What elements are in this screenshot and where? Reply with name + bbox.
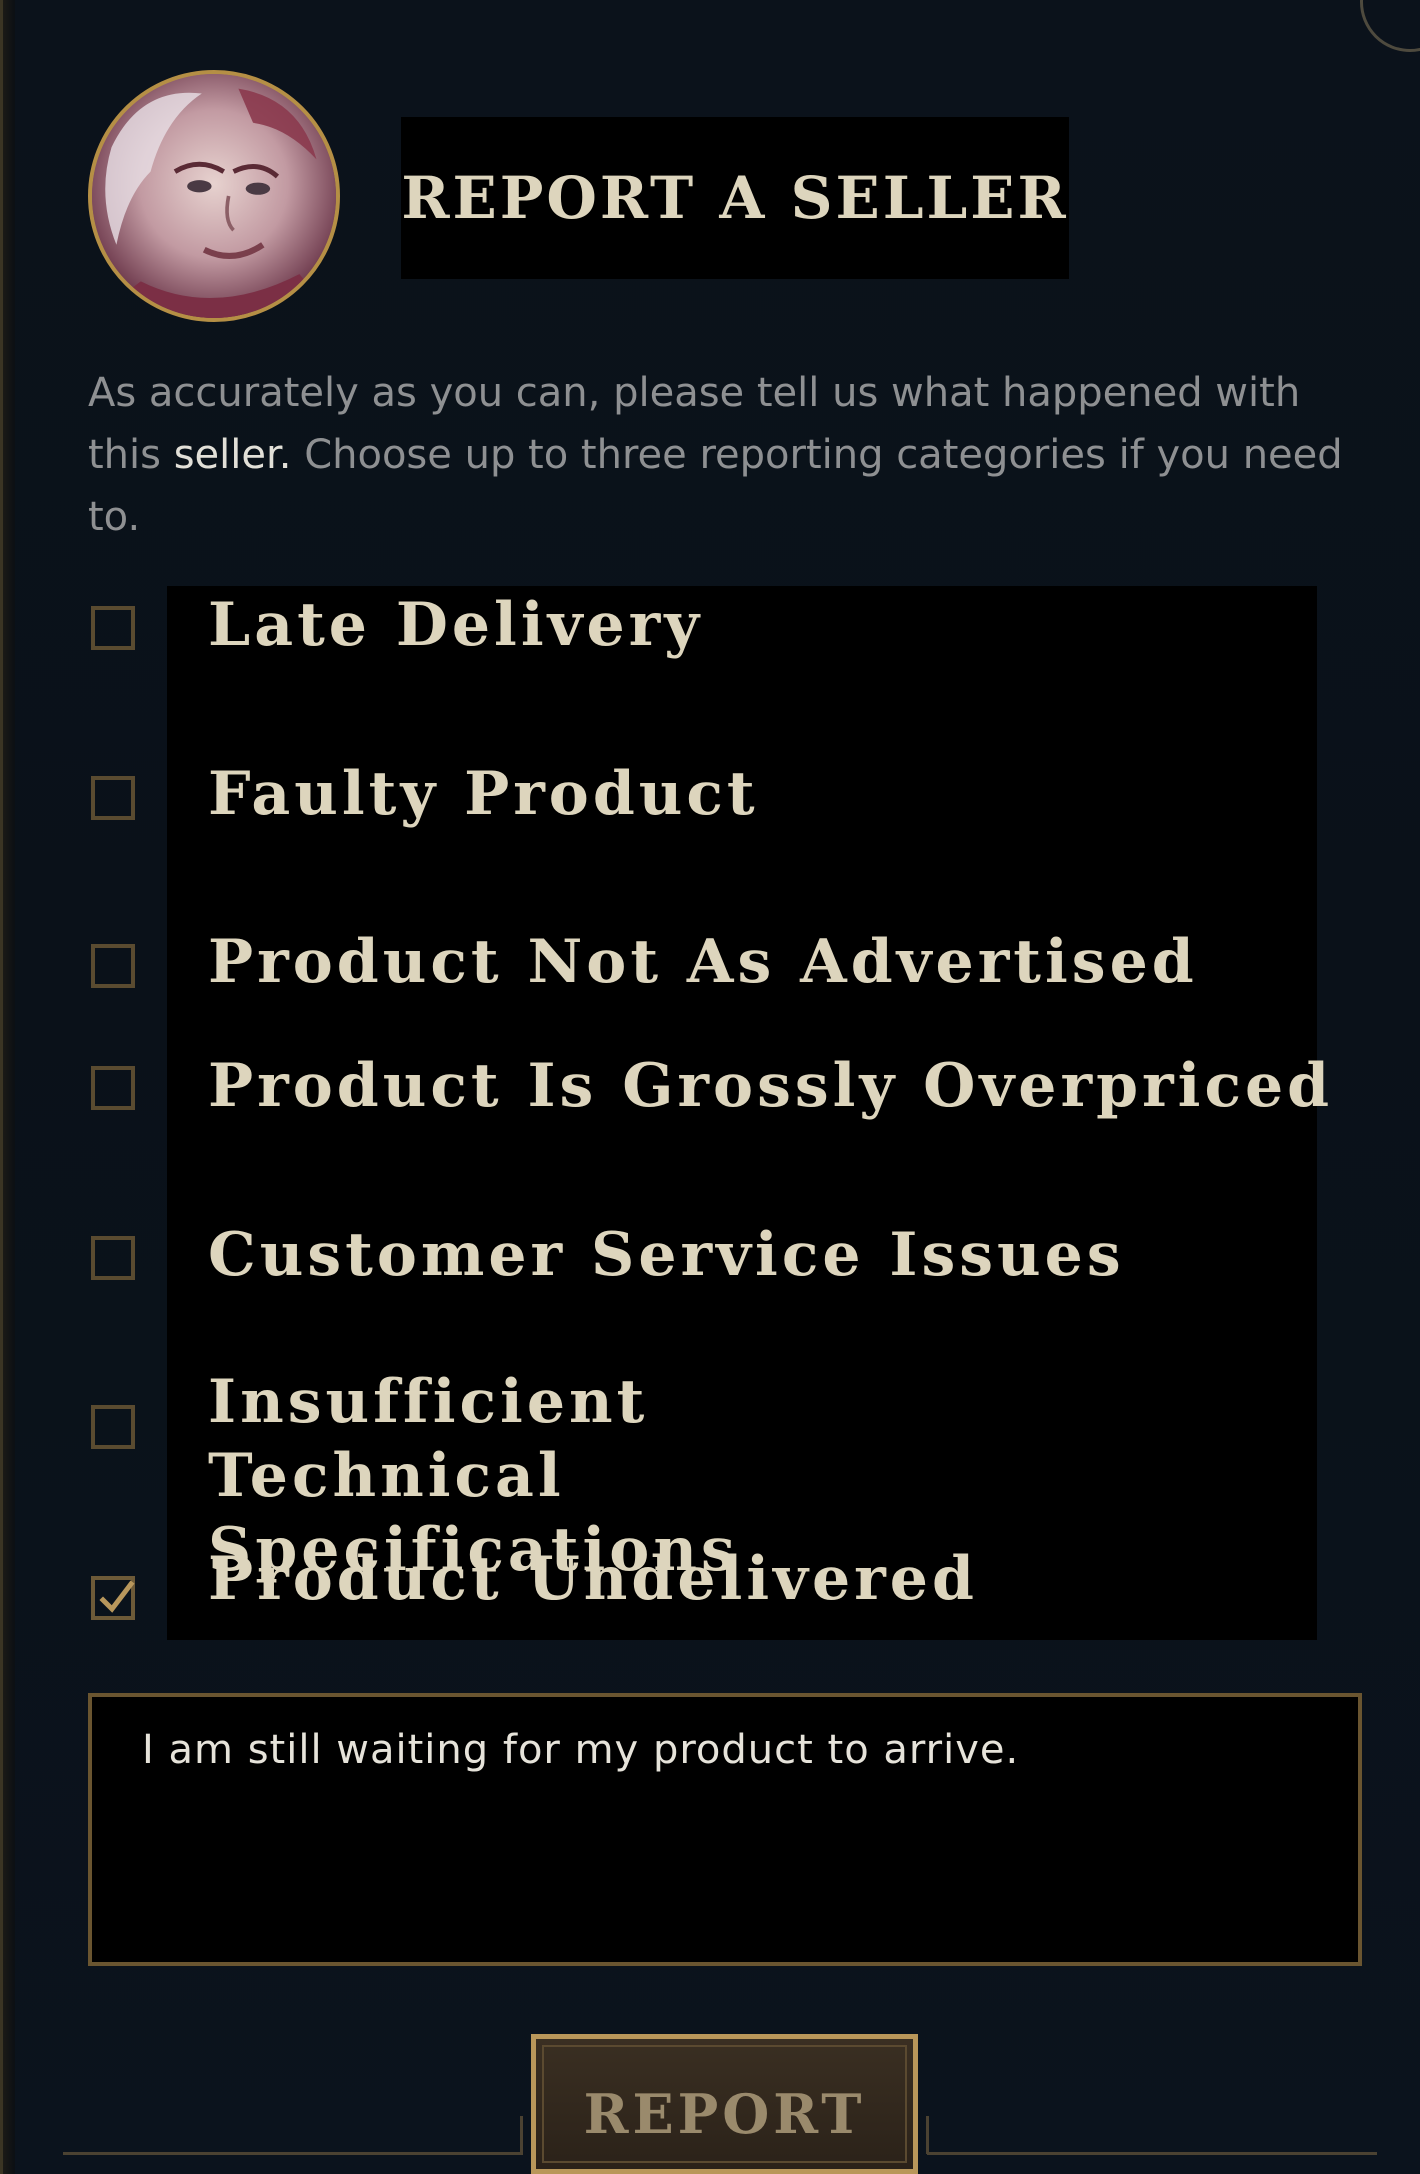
checkmark-icon: [99, 1580, 135, 1613]
technical-specs-checkbox[interactable]: [91, 1405, 135, 1449]
dialog-title: REPORT A SELLER: [401, 164, 1069, 232]
seller-avatar: [88, 70, 340, 322]
category-label: Customer Service Issues: [208, 1220, 1125, 1290]
customer-service-checkbox[interactable]: [91, 1236, 135, 1280]
category-label: Product Undelivered: [208, 1544, 978, 1614]
undelivered-checkbox[interactable]: [91, 1576, 135, 1620]
report-button-label: REPORT: [583, 2082, 866, 2146]
overpriced-checkbox[interactable]: [91, 1066, 135, 1110]
description-highlight: seller.: [173, 432, 292, 478]
late-delivery-checkbox[interactable]: [91, 606, 135, 650]
dialog-description: As accurately as you can, please tell us…: [88, 362, 1368, 548]
category-label: Late Delivery: [208, 590, 704, 660]
not-as-advertised-checkbox[interactable]: [91, 944, 135, 988]
footer-notch-left: [520, 2116, 523, 2154]
report-seller-dialog: REPORT A SELLER As accurately as you can…: [0, 0, 1420, 2174]
dialog-frame-edge: [3, 0, 15, 2174]
report-details-textarea[interactable]: I am still waiting for my product to arr…: [88, 1693, 1362, 1966]
title-banner: REPORT A SELLER: [401, 117, 1069, 279]
faulty-product-checkbox[interactable]: [91, 776, 135, 820]
footer-divider-right: [927, 2152, 1377, 2155]
category-label: Faulty Product: [208, 759, 759, 829]
champion-portrait-icon: [92, 74, 336, 318]
category-label: Product Is Grossly Overpriced: [208, 1051, 1334, 1121]
close-ring-ornament: [1360, 0, 1420, 52]
report-button[interactable]: REPORT: [531, 2034, 918, 2174]
category-label: Product Not As Advertised: [208, 927, 1198, 997]
report-details-value: I am still waiting for my product to arr…: [142, 1727, 1020, 1773]
footer-notch-right: [926, 2116, 929, 2154]
footer-divider-left: [63, 2152, 523, 2155]
